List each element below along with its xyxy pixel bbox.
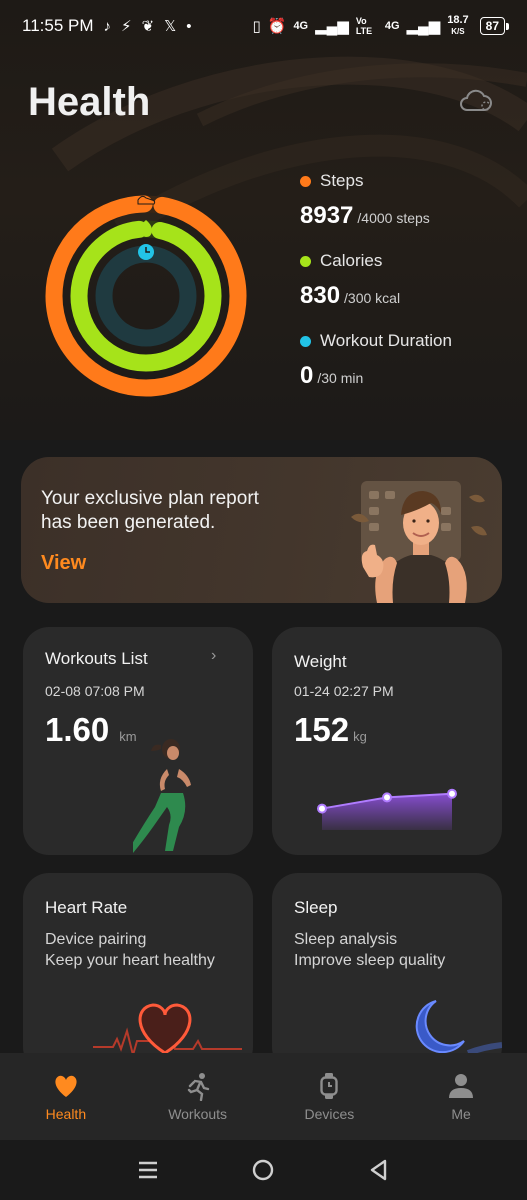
card-subtitle: Sleep analysis Improve sleep quality [294, 929, 445, 971]
back-icon[interactable] [366, 1157, 392, 1183]
metric-label: Calories [320, 251, 383, 270]
network-4g-a: 4G [293, 20, 309, 32]
card-title: Workouts List [45, 649, 148, 668]
watch-icon [320, 1073, 339, 1099]
distance-value: 1.60 km [45, 711, 137, 749]
weight-point [382, 792, 392, 803]
notification-dot: • [186, 17, 192, 35]
daily-metrics: Steps 8937/4000 steps Calories 830/300 k… [300, 170, 520, 410]
nav-health[interactable]: Health [0, 1053, 132, 1140]
nav-label: Health [45, 1106, 87, 1122]
metric-goal: /300 kcal [344, 290, 401, 306]
nav-workouts[interactable]: Workouts [132, 1053, 264, 1140]
network-speed-unit: K/S [451, 27, 465, 36]
trainer-illustration [351, 481, 487, 603]
weight-card[interactable]: Weight 01-24 02:27 PM 152 kg [272, 627, 502, 855]
nav-label: Devices [304, 1106, 355, 1122]
status-time: 11:55 PM [22, 16, 94, 35]
clock-icon [138, 244, 154, 260]
runner-illustration [133, 739, 191, 853]
cloud-sync-icon[interactable] [458, 86, 494, 114]
card-title: Sleep [294, 898, 338, 917]
subtitle-line-2: Keep your heart healthy [45, 952, 215, 969]
subtitle-line-2: Improve sleep quality [294, 952, 446, 969]
calories-ring [70, 220, 222, 372]
nav-me[interactable]: Me [395, 1053, 527, 1140]
home-icon[interactable] [250, 1157, 276, 1183]
weight-value: 152 kg [294, 711, 367, 749]
metric-label: Steps [320, 171, 364, 190]
network-speed: 18.7 [447, 14, 469, 26]
nav-label: Workouts [168, 1106, 228, 1122]
chevron-right-icon[interactable]: › [211, 647, 216, 665]
signal-icon-2: ▂▄▆ [406, 18, 441, 35]
metric-value: 8937 [300, 202, 354, 229]
metric-workout-duration[interactable]: Workout Duration 0/30 min [300, 330, 520, 390]
metric-goal: /30 min [317, 370, 364, 386]
tiktok-icon: ♪ [103, 17, 112, 35]
moon-illustration [415, 1000, 502, 1056]
metric-steps[interactable]: Steps 8937/4000 steps [300, 170, 520, 230]
heart-icon [55, 1075, 77, 1097]
volte-label: Vo LTE [355, 16, 373, 36]
system-navigation [0, 1140, 527, 1200]
weight-unit: kg [353, 729, 367, 744]
leaf-icon: ❦ [141, 18, 155, 35]
banner-line-1: Your exclusive plan report [41, 488, 259, 509]
nav-label: Me [451, 1106, 471, 1122]
calories-dot [300, 255, 311, 267]
subtitle-line-1: Device pairing [45, 931, 147, 948]
metric-goal: /4000 steps [357, 210, 430, 226]
plan-report-banner[interactable]: Your exclusive plan report has been gene… [21, 457, 502, 603]
weight-number: 152 [294, 711, 350, 748]
menu-icon[interactable] [135, 1157, 161, 1183]
person-icon [449, 1074, 474, 1098]
bolt-icon: ⚡ [121, 18, 132, 35]
alarm-icon: ⏰ [267, 18, 287, 35]
steps-dot [300, 175, 311, 187]
battery-level: 87 [485, 19, 499, 33]
activity-rings[interactable] [40, 190, 252, 402]
nav-devices[interactable]: Devices [264, 1053, 396, 1140]
battery-icon: 87 [479, 17, 510, 35]
workout-dot [300, 335, 311, 347]
card-date: 02-08 07:08 PM [45, 683, 145, 699]
signal-icon: ▂▄▆ [315, 18, 349, 35]
workouts-card[interactable]: Workouts List › 02-08 07:08 PM 1.60 km [23, 627, 253, 855]
card-title: Heart Rate [45, 898, 128, 917]
page-title: Health [28, 80, 151, 124]
distance-number: 1.60 [45, 711, 110, 748]
running-icon [187, 1073, 209, 1101]
card-date: 01-24 02:27 PM [294, 683, 394, 699]
heart-pulse-illustration [93, 1003, 242, 1057]
metric-calories[interactable]: Calories 830/300 kcal [300, 250, 520, 310]
network-4g-b: 4G [384, 20, 400, 32]
metric-value: 830 [300, 282, 341, 309]
sleep-card[interactable]: Sleep Sleep analysis Improve sleep quali… [272, 873, 502, 1073]
weight-point [447, 788, 457, 799]
weight-trend-chart [317, 788, 457, 830]
subtitle-line-1: Sleep analysis [294, 931, 398, 948]
banner-message: Your exclusive plan report has been gene… [41, 487, 311, 535]
view-button[interactable]: View [41, 552, 86, 575]
card-subtitle: Device pairing Keep your heart healthy [45, 929, 215, 971]
metric-label: Workout Duration [320, 331, 452, 350]
vibrate-icon: ▯ [252, 18, 261, 35]
heart-rate-card[interactable]: Heart Rate Device pairing Keep your hear… [23, 873, 253, 1073]
weight-point [317, 803, 327, 814]
status-bar: 11:55 PM ♪ ⚡ ❦ 𝕏 • ▯ ⏰ 4G ▂▄▆ Vo LTE 4G … [0, 0, 527, 52]
metric-value: 0 [300, 362, 314, 389]
x-icon: 𝕏 [164, 18, 177, 35]
card-title: Weight [294, 652, 347, 671]
bottom-navigation: Health Workouts Devices Me [0, 1053, 527, 1140]
banner-line-2: has been generated. [41, 512, 216, 533]
